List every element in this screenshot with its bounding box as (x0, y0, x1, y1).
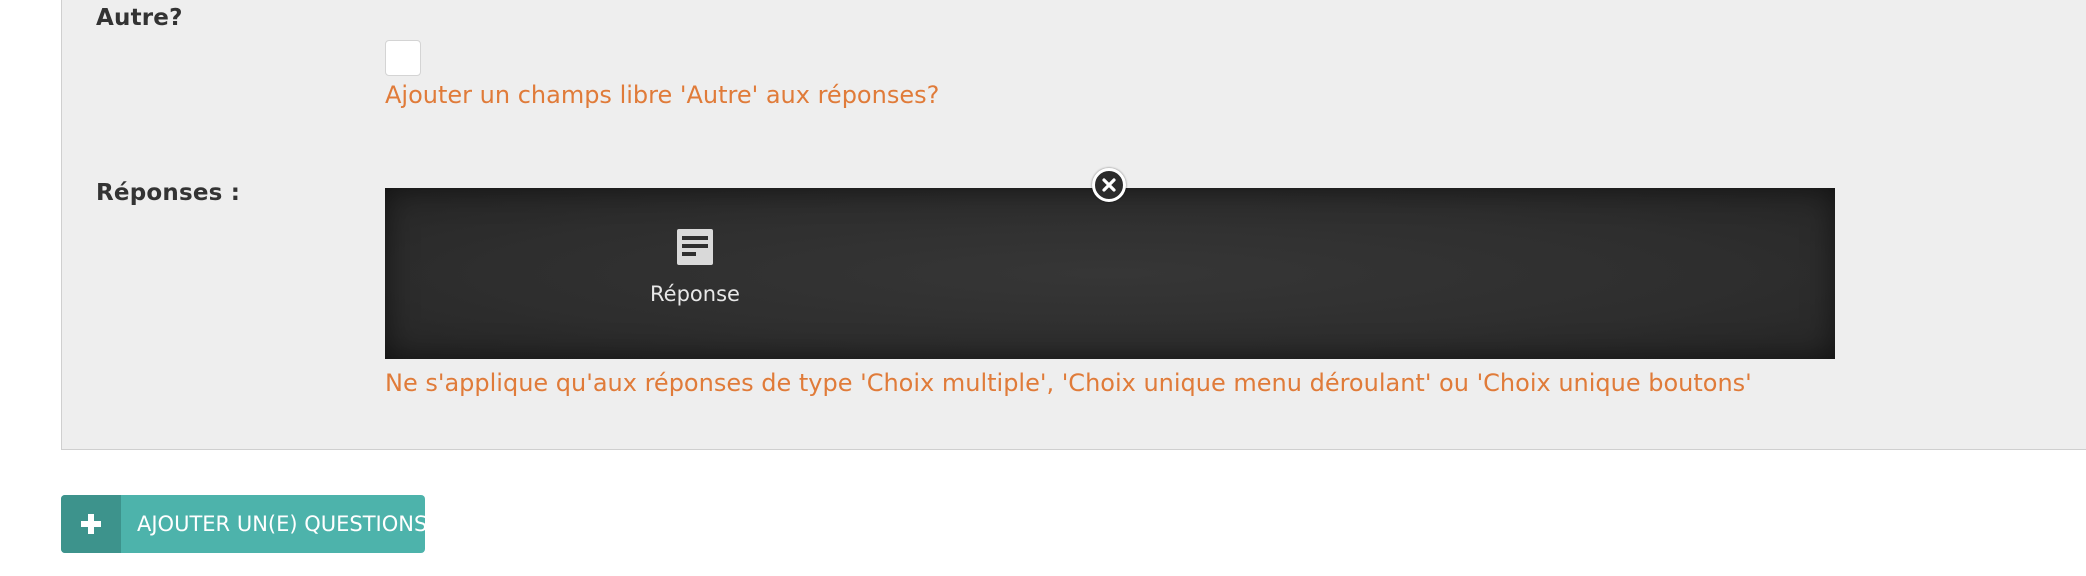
other-help-text: Ajouter un champs libre 'Autre' aux répo… (385, 81, 940, 109)
add-question-icon-box (61, 495, 121, 553)
responses-label: Réponses : (96, 180, 241, 206)
response-item[interactable]: Réponse (615, 228, 775, 306)
plus-icon (81, 514, 101, 534)
response-item-label: Réponse (650, 282, 740, 306)
question-form-panel: Autre? Ajouter un champs libre 'Autre' a… (61, 0, 2086, 450)
other-label: Autre? (96, 5, 183, 31)
add-question-button[interactable]: AJOUTER UN(E) QUESTIONS (61, 495, 425, 553)
other-checkbox[interactable] (385, 40, 421, 76)
remove-response-button[interactable] (1092, 168, 1126, 202)
form-icon (677, 229, 713, 265)
responses-help-text: Ne s'applique qu'aux réponses de type 'C… (385, 369, 1752, 397)
close-icon (1102, 178, 1116, 192)
responses-collection: Réponse (385, 188, 1835, 359)
add-question-label: AJOUTER UN(E) QUESTIONS (137, 512, 425, 536)
